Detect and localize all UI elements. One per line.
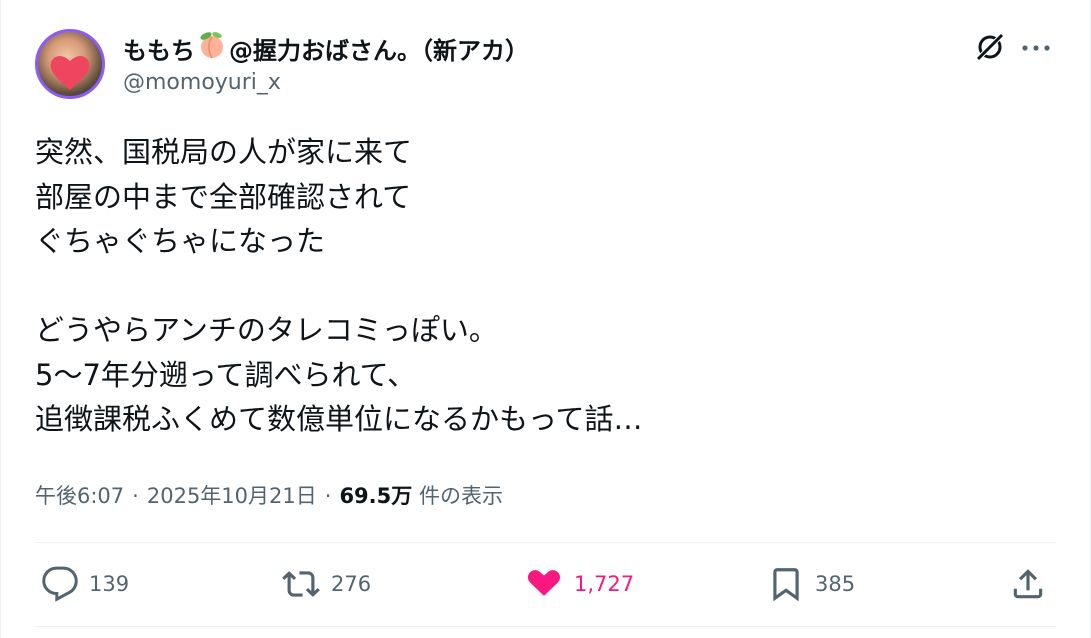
bookmark-count: 385 bbox=[815, 572, 856, 596]
user-handle[interactable]: @momoyuri_x bbox=[123, 70, 281, 95]
tweet-time[interactable]: 午後6:07 bbox=[35, 480, 124, 510]
like-count: 1,727 bbox=[574, 572, 635, 596]
tweet-meta: 午後6:07 · 2025年10月21日 · 69.5万 件の表示 bbox=[35, 480, 503, 510]
share-button[interactable] bbox=[1009, 564, 1047, 604]
divider bbox=[35, 542, 1056, 543]
peach-emoji-icon bbox=[197, 30, 227, 66]
reply-button[interactable]: 139 bbox=[41, 564, 129, 604]
reply-count: 139 bbox=[89, 572, 130, 596]
share-icon bbox=[1013, 569, 1043, 599]
display-name-suffix: @握力おばさん。（新アカ） bbox=[229, 36, 529, 65]
like-button[interactable]: 1,727 bbox=[524, 564, 634, 604]
heart-sticker-icon bbox=[50, 56, 90, 90]
avatar[interactable] bbox=[35, 29, 105, 99]
divider bbox=[35, 626, 1056, 627]
heart-icon bbox=[527, 570, 561, 596]
display-name-text: ももち bbox=[123, 36, 195, 65]
views-label: 件の表示 bbox=[418, 484, 503, 508]
grok-icon[interactable] bbox=[973, 30, 1007, 64]
reply-icon bbox=[42, 566, 78, 602]
views-count[interactable]: 69.5万 bbox=[339, 484, 412, 508]
tweet-text: 突然、国税局の人が家に来て 部屋の中まで全部確認されて ぐちゃぐちゃになった ど… bbox=[35, 135, 643, 436]
tweet-date[interactable]: 2025年10月21日 bbox=[147, 480, 317, 510]
repost-button[interactable]: 276 bbox=[281, 564, 371, 604]
meta-separator: · bbox=[132, 484, 139, 508]
repost-count: 276 bbox=[331, 572, 372, 596]
more-icon[interactable] bbox=[1021, 44, 1051, 52]
meta-separator: · bbox=[324, 484, 332, 508]
display-name[interactable]: ももち @握力おばさん。（新アカ） bbox=[123, 30, 529, 66]
bookmark-button[interactable]: 385 bbox=[767, 564, 855, 604]
bookmark-icon bbox=[773, 568, 799, 602]
repost-icon bbox=[282, 571, 320, 597]
tweet-card: ももち @握力おばさん。（新アカ） @momoyuri_x 突然、国税局の人が家… bbox=[0, 0, 1091, 638]
